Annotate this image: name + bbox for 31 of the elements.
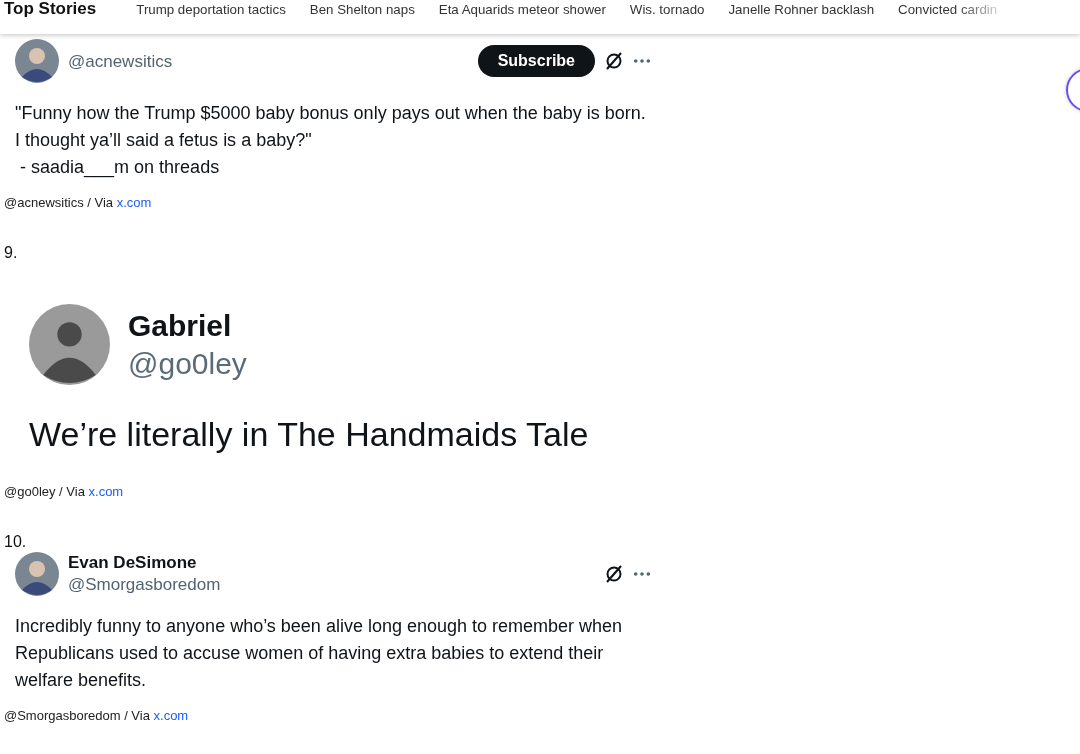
avatar-icon <box>15 39 59 83</box>
tweet-text: "Funny how the Trump $5000 baby bonus only pays out when the baby is born. I thought ya’ll said a fetus is a baby?" <box>15 102 647 152</box>
trending-link[interactable]: Eta Aquarids meteor shower <box>438 1 606 17</box>
trending-link[interactable]: Janelle Rohner backlash <box>728 1 875 17</box>
more-icon[interactable] <box>633 571 651 577</box>
avatar-icon <box>15 552 59 596</box>
source-credit: @Smorgasboredom / Via x.com <box>4 708 190 723</box>
section-title: Top Stories <box>4 0 97 19</box>
list-number: 9. <box>4 244 19 262</box>
author-name: Evan DeSimone <box>68 553 198 573</box>
trending-link[interactable]: Ben Shelton naps <box>309 1 415 17</box>
source-link[interactable]: x.com <box>116 195 152 210</box>
slashed-circle-icon[interactable] <box>604 51 624 71</box>
source-credit: @acnewsitics / Via x.com <box>4 195 153 210</box>
trending-link[interactable]: Wis. tornado <box>629 1 705 17</box>
source-link[interactable]: x.com <box>153 708 189 723</box>
source-credit: @go0ley / Via x.com <box>4 484 125 499</box>
source-link[interactable]: x.com <box>88 484 124 499</box>
subscribe-button[interactable]: Subscribe <box>477 45 595 77</box>
author-handle: @acnewsitics <box>68 52 174 72</box>
list-number: 10. <box>4 533 28 551</box>
author-handle: @go0ley <box>128 345 248 382</box>
tweet-text: We’re literally in The Handmaids Tale <box>29 415 590 454</box>
tweet-text: - saadia___m on threads <box>19 156 221 180</box>
trending-link[interactable]: Trump deportation tactics <box>136 1 286 17</box>
tweet-text: Incredibly funny to anyone who’s been alive long enough to remember when Republicans used to accuse women of having extra babies to extend their welfare benefits. <box>15 615 624 692</box>
author-handle: @Smorgasboredom <box>68 575 222 595</box>
more-icon[interactable] <box>633 58 651 64</box>
avatar-icon <box>29 304 110 385</box>
slashed-circle-icon[interactable] <box>604 564 624 584</box>
author-name: Gabriel <box>128 307 233 344</box>
